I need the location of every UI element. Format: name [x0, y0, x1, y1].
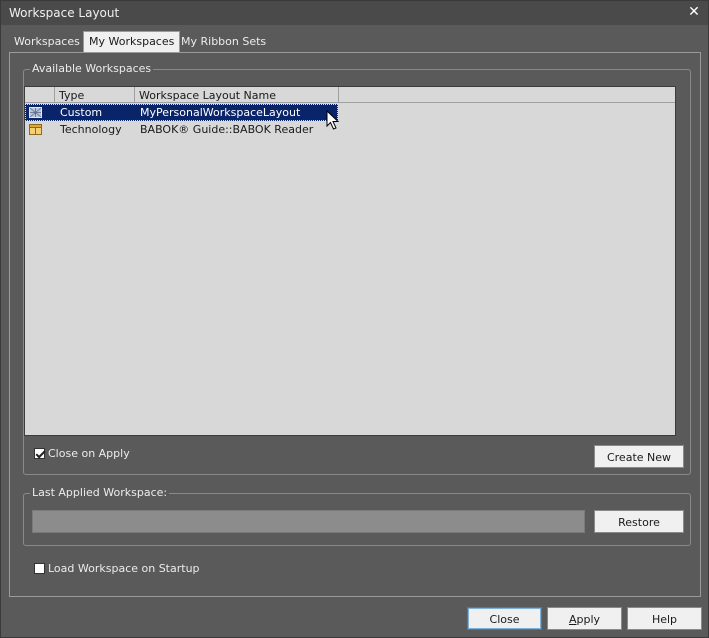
- list-item-technology[interactable]: Technology BABOK® Guide::BABOK Reader: [25, 121, 675, 138]
- close-on-apply-label: Close on Apply: [48, 447, 130, 460]
- tab-my-workspaces[interactable]: My Workspaces: [83, 31, 181, 52]
- title-bar: Workspace Layout ✕: [1, 1, 708, 25]
- workspace-layout-dialog: Workspace Layout ✕ Workspaces My Workspa…: [0, 0, 709, 638]
- workspace-list[interactable]: Type Workspace Layout Name Custom MyPers…: [24, 86, 676, 436]
- cell-name: MyPersonalWorkspaceLayout: [140, 106, 301, 119]
- apply-label-post: pply: [576, 613, 601, 626]
- cell-type: Technology: [60, 123, 122, 136]
- tab-workspaces[interactable]: Workspaces: [9, 32, 85, 52]
- technology-workspace-icon: [29, 124, 42, 135]
- apply-button[interactable]: Apply: [547, 607, 622, 630]
- help-button[interactable]: Help: [627, 607, 702, 630]
- mouse-cursor-icon: [326, 110, 340, 130]
- header-icon-column: [25, 87, 55, 103]
- header-workspace-layout-name[interactable]: Workspace Layout Name: [135, 87, 339, 103]
- close-on-apply-checkbox[interactable]: [34, 448, 45, 459]
- last-applied-workspace-field: [32, 510, 585, 533]
- cell-name: BABOK® Guide::BABOK Reader: [140, 123, 314, 136]
- load-workspace-on-startup-label: Load Workspace on Startup: [48, 562, 200, 575]
- cell-type: Custom: [60, 106, 103, 119]
- load-workspace-on-startup-checkbox[interactable]: [34, 563, 45, 574]
- apply-label-mnemonic: A: [568, 613, 577, 626]
- close-window-icon[interactable]: ✕: [686, 3, 702, 21]
- last-applied-workspace-legend: Last Applied Workspace:: [30, 486, 170, 499]
- list-item-custom[interactable]: Custom MyPersonalWorkspaceLayout: [25, 104, 675, 121]
- tab-my-ribbon-sets[interactable]: My Ribbon Sets: [176, 32, 271, 52]
- header-type[interactable]: Type: [55, 87, 135, 103]
- custom-workspace-icon: [29, 107, 42, 118]
- window-title: Workspace Layout: [9, 6, 120, 20]
- available-workspaces-legend: Available Workspaces: [30, 62, 154, 75]
- restore-button[interactable]: Restore: [594, 510, 684, 533]
- close-button[interactable]: Close: [467, 607, 542, 630]
- list-header: Type Workspace Layout Name: [25, 87, 675, 103]
- create-new-button[interactable]: Create New: [594, 445, 684, 468]
